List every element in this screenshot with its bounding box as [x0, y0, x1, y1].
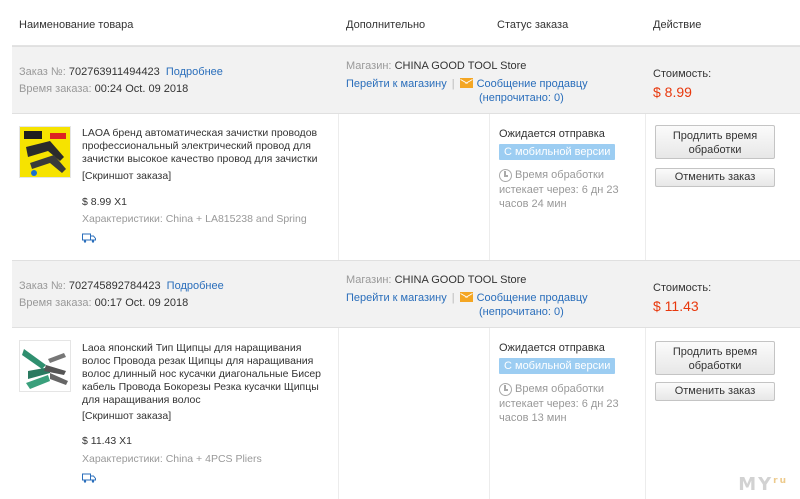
order-number: 702763911494423: [68, 66, 160, 78]
order-number-line: Заказ №: 702763911494423 Подробнее: [19, 66, 223, 78]
mail-icon: [459, 78, 473, 88]
processing-time-label: Время обработки: [515, 383, 604, 395]
order-item: Laoa японский Тип Щипцы для наращивания …: [12, 328, 800, 499]
site-watermark: MYru: [738, 474, 788, 495]
order-time: 00:17 Oct. 09 2018: [94, 297, 189, 309]
order-number: 702745892784423: [68, 280, 161, 292]
order-cost: $ 11.43: [653, 298, 699, 314]
product-specs: Характеристики: China + LA815238 and Spr…: [82, 213, 307, 225]
column-product: Наименование товара: [19, 19, 134, 31]
order-item: LAOA бренд автоматическая зачистки прово…: [12, 114, 800, 260]
order-cost: $ 8.99: [653, 84, 692, 100]
column-action: Действие: [653, 19, 702, 31]
order-details-link[interactable]: Подробнее: [166, 66, 223, 78]
orders-table-header: Наименование товара Дополнительно Статус…: [12, 0, 800, 46]
extend-processing-button[interactable]: Продлить время обработки: [655, 341, 775, 375]
go-to-store-link[interactable]: Перейти к магазину: [346, 78, 447, 90]
product-thumbnail[interactable]: [19, 340, 71, 392]
cost-label: Стоимость:: [653, 68, 712, 80]
cancel-order-button[interactable]: Отменить заказ: [655, 168, 775, 187]
extend-processing-button[interactable]: Продлить время обработки: [655, 125, 775, 159]
wire-stripper-thumbnail: [20, 127, 70, 177]
expire-countdown: истекает через: 6 дн 23 часов 24 мин: [499, 184, 619, 210]
pliers-thumbnail: [20, 341, 70, 391]
order-status: Ожидается отправка: [499, 128, 605, 140]
column-status: Статус заказа: [497, 19, 569, 31]
product-price: $ 8.99 X1: [82, 196, 127, 208]
store-links: Перейти к магазину | Сообщение продавцу (н…: [346, 292, 588, 319]
store-name: CHINA GOOD TOOL Store: [394, 60, 527, 72]
product-title-link[interactable]: Laoa японский Тип Щипцы для наращивания …: [82, 342, 332, 407]
mobile-version-badge: С мобильной версии: [499, 358, 616, 374]
delivery-truck-icon: [82, 233, 96, 243]
message-seller-link[interactable]: Сообщение продавцу: [477, 292, 588, 304]
product-specs: Характеристики: China + 4PCS Pliers: [82, 453, 262, 465]
order-snapshot-link[interactable]: [Скриншот заказа]: [82, 170, 171, 182]
product-price: $ 11.43 X1: [82, 435, 133, 447]
mail-icon: [459, 292, 473, 302]
mobile-version-badge: С мобильной версии: [499, 144, 616, 160]
column-additional: Дополнительно: [346, 19, 426, 31]
store-links: Перейти к магазину | Сообщение продавцу (н…: [346, 78, 588, 105]
store-line: Магазин: CHINA GOOD TOOL Store: [346, 60, 527, 72]
unread-messages-link[interactable]: (непрочитано: 0): [479, 305, 588, 319]
clock-icon: [499, 383, 512, 396]
store-line: Магазин: CHINA GOOD TOOL Store: [346, 274, 527, 286]
order-snapshot-link[interactable]: [Скриншот заказа]: [82, 410, 171, 422]
delivery-truck-icon: [82, 473, 96, 483]
order-status: Ожидается отправка: [499, 342, 605, 354]
order-header: Заказ №: 702745892784423 Подробнее Время…: [12, 260, 800, 328]
order-header: Заказ №: 702763911494423 Подробнее Время…: [12, 46, 800, 114]
cost-label: Стоимость:: [653, 282, 712, 294]
clock-icon: [499, 169, 512, 182]
processing-time-label: Время обработки: [515, 169, 604, 181]
order-time: 00:24 Oct. 09 2018: [94, 83, 189, 95]
message-seller-link[interactable]: Сообщение продавцу: [477, 78, 588, 90]
store-name: CHINA GOOD TOOL Store: [394, 274, 527, 286]
order-details-link[interactable]: Подробнее: [167, 280, 224, 292]
order-number-line: Заказ №: 702745892784423 Подробнее: [19, 280, 224, 292]
product-title-link[interactable]: LAOA бренд автоматическая зачистки прово…: [82, 127, 332, 166]
expire-countdown: истекает через: 6 дн 23 часов 13 мин: [499, 398, 619, 424]
order-time-line: Время заказа: 00:17 Oct. 09 2018: [19, 297, 189, 309]
go-to-store-link[interactable]: Перейти к магазину: [346, 292, 447, 304]
product-thumbnail[interactable]: [19, 126, 71, 178]
order-time-line: Время заказа: 00:24 Oct. 09 2018: [19, 83, 189, 95]
cancel-order-button[interactable]: Отменить заказ: [655, 382, 775, 401]
unread-messages-link[interactable]: (непрочитано: 0): [479, 91, 588, 105]
